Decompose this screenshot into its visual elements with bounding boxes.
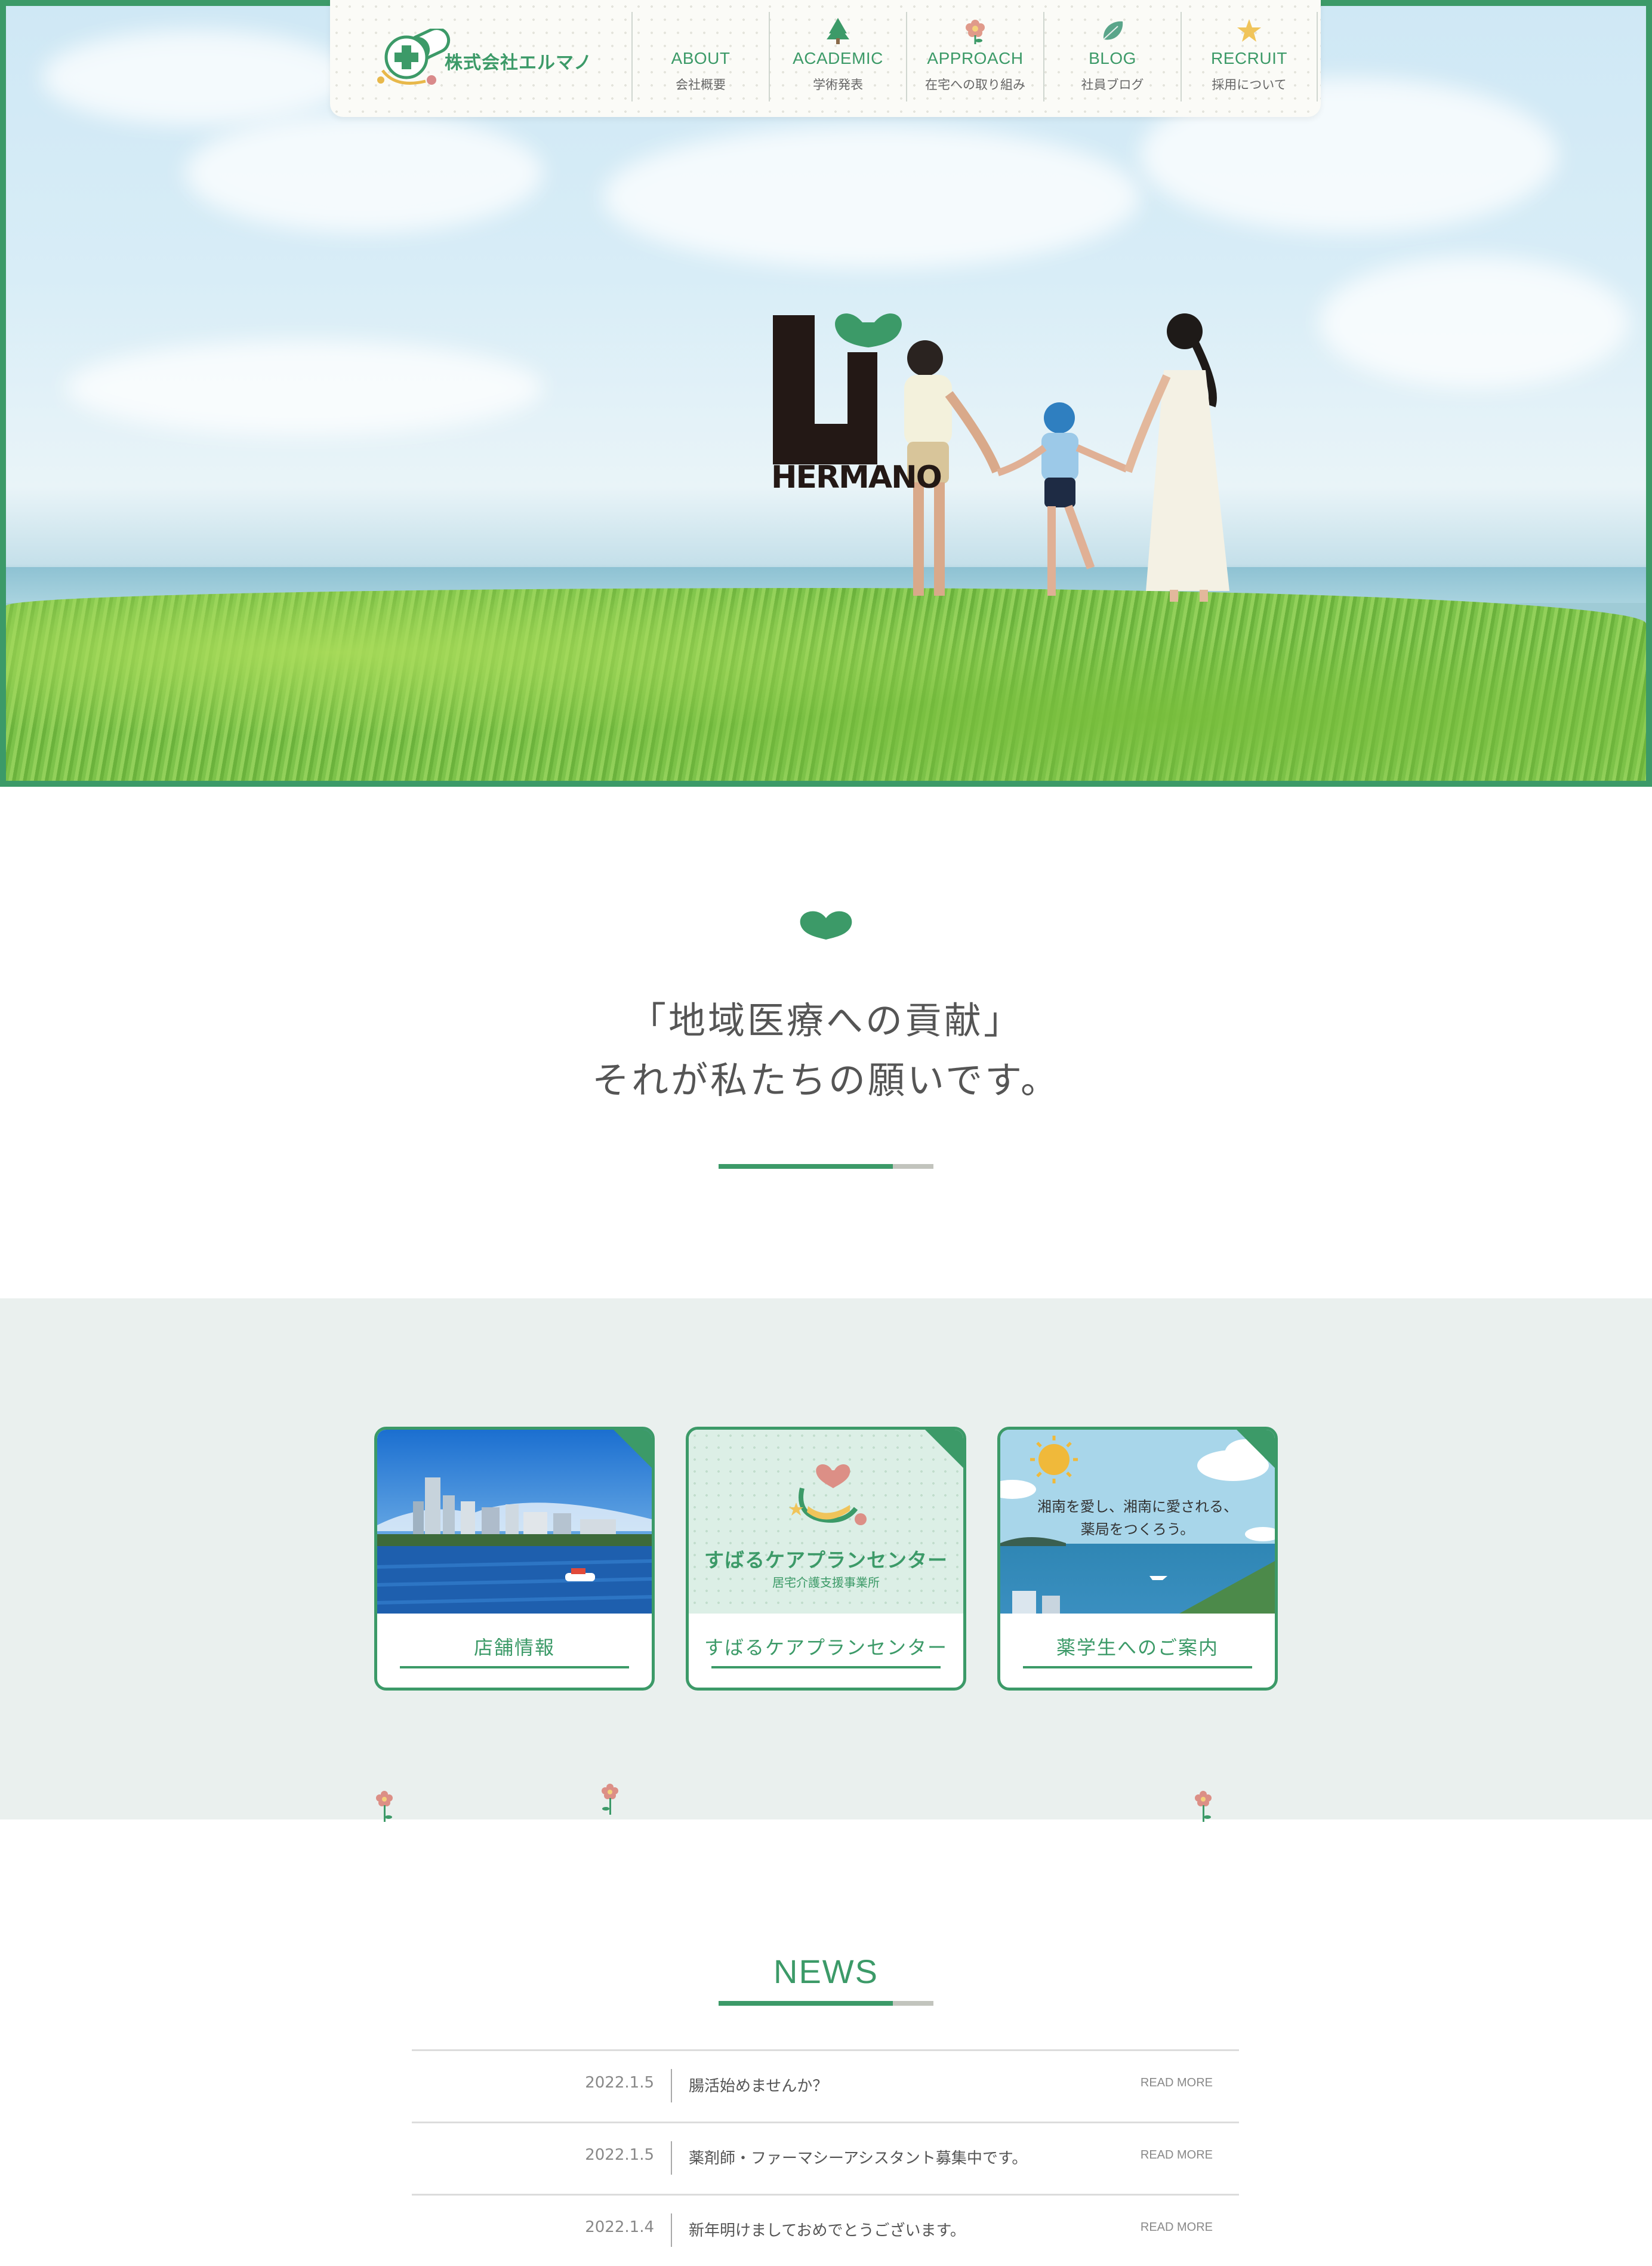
main-nav: ABOUT 会社概要 ACADEMIC 学術発表 APPROACH 在宅への取り… [631,12,1318,101]
nav-item-en-label: ACADEMIC [793,49,883,67]
hero-banner: HERMANO [0,0,1652,787]
nav-item-blog[interactable]: BLOG 社員ブログ [1043,12,1181,101]
service-card-students[interactable]: 湘南を愛し、湘南に愛される、 薬局をつくろう。 薬学生へのご案内 [997,1427,1278,1691]
hermano-logo-text: HERMANO [771,460,942,495]
news-title-link[interactable]: 薬剤師・ファーマシーアシスタント募集中です。 [689,2146,1027,2168]
nav-item-recruit[interactable]: RECRUIT 採用について [1181,12,1318,101]
nav-item-en-label: APPROACH [927,49,1024,67]
nav-item-en-label: ABOUT [671,49,731,67]
care-plan-title: すばるケアプランセンター [704,1548,948,1572]
news-date: 2022.1.4 [585,2218,654,2236]
shonan-tagline-line-2: 薬局をつくろう。 [1080,1521,1195,1538]
news-item[interactable]: 2022.1.5 薬剤師・ファーマシーアシスタント募集中です。 READ MOR… [412,2122,1239,2194]
service-card-stores[interactable]: 店舗情報 [374,1427,655,1691]
flower-icon [966,20,985,44]
news-list: 2022.1.5 腸活始めませんか？ READ MORE 2022.1.5 薬剤… [412,2049,1239,2266]
leaf-icon [1103,21,1123,40]
news-divider [719,2001,933,2006]
nav-item-jp-label: 在宅への取り組み [925,78,1025,92]
nav-item-jp-label: 会社概要 [676,78,726,92]
shonan-tagline-line-1: 湘南を愛し、湘南に愛される、 [1037,1498,1238,1515]
heart-leaf-icon [800,911,852,940]
header-nav-card: 株式会社エルマノ ABOUT 会社概要 ACADEMIC 学術発表 APPROA… [330,0,1321,117]
section-divider [719,1164,933,1169]
grass-field [6,588,1646,781]
care-plan-subtitle: 居宅介護支援事業所 [772,1575,880,1590]
nav-item-jp-label: 社員ブログ [1081,78,1144,92]
mission-line-1: 「地域医療への貢献」 [628,999,1023,1042]
news-title-link[interactable]: 腸活始めませんか？ [689,2074,828,2096]
nav-item-academic[interactable]: ACADEMIC 学術発表 [769,12,906,101]
mission-statement: 「地域医療への貢献」 それが私たちの願いです。 [0,991,1652,1110]
service-card-label: 薬学生へのご案内 [1056,1636,1219,1659]
read-more-link[interactable]: READ MORE [1141,2148,1213,2162]
nav-item-approach[interactable]: APPROACH 在宅への取り組み [906,12,1043,101]
nav-item-en-label: RECRUIT [1211,49,1287,67]
flower-icon [376,1791,393,1822]
nav-item-about[interactable]: ABOUT 会社概要 [631,12,769,101]
read-more-link[interactable]: READ MORE [1141,2221,1213,2234]
mission-line-2: それが私たちの願いです。 [592,1058,1060,1102]
care-center-logo-icon [789,1464,867,1525]
service-card-label: すばるケアプランセンター [704,1636,948,1659]
tree-icon [827,18,849,44]
news-item[interactable]: 2022.1.4 新年明けましておめでとうございます。 READ MORE [412,2194,1239,2266]
service-card-label: 店舗情報 [473,1636,555,1659]
news-item[interactable]: 2022.1.5 腸活始めませんか？ READ MORE [412,2049,1239,2122]
service-card-care-plan[interactable]: すばるケアプランセンター 居宅介護支援事業所 すばるケアプランセンター [686,1427,966,1691]
company-name[interactable]: 株式会社エルマノ [445,48,592,74]
nav-item-jp-label: 採用について [1212,78,1287,92]
news-title-link[interactable]: 新年明けましておめでとうございます。 [689,2218,966,2240]
news-date: 2022.1.5 [585,2074,654,2092]
nav-item-en-label: BLOG [1089,49,1136,67]
harbor-city-photo [377,1430,652,1614]
flower-icon [602,1784,618,1815]
read-more-link[interactable]: READ MORE [1141,2076,1213,2090]
news-date: 2022.1.5 [585,2146,654,2164]
star-icon [1237,19,1261,42]
nav-item-jp-label: 学術発表 [813,78,863,92]
news-heading: NEWS [773,1953,879,1990]
shonan-illustration: 湘南を愛し、湘南に愛される、 薬局をつくろう。 [1000,1430,1275,1614]
flower-icon [1195,1791,1212,1822]
shonan-tagline: 湘南を愛し、湘南に愛される、 薬局をつくろう。 [1000,1495,1275,1541]
care-plan-banner: すばるケアプランセンター 居宅介護支援事業所 [689,1430,963,1614]
